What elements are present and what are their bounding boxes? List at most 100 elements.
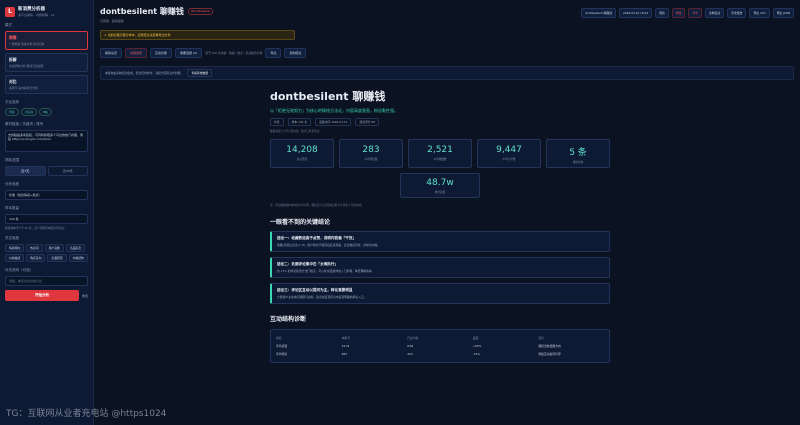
table-row: 平均点赞 14.2k 8.6k +65% 保持当前选题方向 (276, 342, 604, 350)
mode-compare[interactable]: 对比 多账号·多内容对比分析 (5, 75, 88, 94)
stat-card: 2,521 平均收藏数 (408, 139, 472, 168)
app-title: 新消费分析器 (18, 7, 45, 12)
focus-chips: 情感倾向 热点词 用户画像 竞品提及 价格敏感 购买意向 负面原因 内容结构 (5, 244, 88, 262)
stat-card: 5 条 爆款内容 (546, 139, 610, 168)
platform-pill[interactable]: B站 (39, 108, 52, 116)
platform-pill[interactable]: 小红书 (20, 108, 38, 116)
count-section-label: 样本数量 (5, 206, 19, 210)
range-option[interactable]: 近30天 (47, 166, 88, 176)
focus-chip[interactable]: 热点词 (26, 244, 43, 252)
app-logo: L (5, 6, 15, 17)
finding-body: 约 12% 的评论提到方法门槛高，可以补充更具体的入门步骤，降低理解成本。 (277, 269, 375, 273)
stat-label: 爆款内容 (572, 161, 584, 164)
table-header: 差距 (472, 336, 479, 340)
mode-breakdown[interactable]: 拆解 文案结构分析·爆款元素提取 (5, 53, 88, 72)
finding-card: 结论一：收藏数远高于点赞，说明内容偏「干货」 收藏/点赞比高达 0.18，用户倾… (270, 231, 610, 252)
meta-tag: 采集时间 2026-03-10 (315, 118, 352, 126)
focus-chip[interactable]: 负面原因 (47, 254, 67, 262)
export-button[interactable]: 导出 (671, 8, 686, 18)
account-select[interactable]: dontbesilent 聊赚钱 (581, 8, 617, 18)
sidebar: L 新消费分析器 多平台舆情 · 内容拆解 · v2 模式 舆情 一键抓取·情感… (0, 0, 94, 425)
table-header: 行业均值 (407, 336, 419, 340)
stat-value: 5 条 (569, 148, 587, 158)
focus-chip[interactable]: 内容结构 (68, 254, 88, 262)
depth-section-label: 分析深度 (5, 182, 19, 186)
report-toolbar: 舆情总览 关键发现 互动诊断 重要话题 (5) 基于 100 条内容 · 情感 … (100, 48, 794, 58)
depth-select[interactable]: 标准（综合情感+热点） (5, 190, 88, 200)
stat-label: 平均收藏数 (433, 158, 447, 161)
platform-pill[interactable]: 抖音 (5, 108, 19, 116)
report-meta: 抖音 样本 100 条 采集时间 2026-03-10 综合评分 86 (270, 118, 610, 126)
watermark: TG：互联网从业者充电站 @https1024 (6, 409, 167, 419)
page-subtitle: 已抓取 · 舆情报告 (100, 19, 124, 23)
tab-overview[interactable]: 舆情总览 (100, 48, 123, 58)
tab-engagement[interactable]: 互动诊断 (150, 48, 173, 58)
table-header: 指标 (276, 336, 282, 340)
toolbar-hint: 基于 100 条内容 · 情感 / 热点 / 互动综合分析 (205, 51, 263, 55)
focus-chip[interactable]: 用户画像 (44, 244, 64, 252)
stat-value: 2,521 (427, 145, 453, 155)
brand: L 新消费分析器 多平台舆情 · 内容拆解 · v2 (5, 6, 88, 17)
focus-chip[interactable]: 价格敏感 (5, 254, 25, 262)
range-toggle: 近7天 近30天 (5, 166, 88, 176)
followers-label: 粉丝总量 (434, 191, 446, 194)
table-heading: 互动结构诊断 (270, 316, 307, 323)
table-header: 本账号 (341, 336, 350, 340)
date-select[interactable]: 2026-03-10 16:22 (619, 8, 653, 18)
table-cell: 平均点赞 (276, 344, 288, 348)
copy-conclusion-button[interactable]: 复制结论 (284, 48, 307, 58)
stat-value: 283 (362, 145, 380, 155)
engagement-table: 指标 本账号 行业均值 差距 建议 平均点赞 14.2k 8.6k +65% 保… (270, 329, 610, 363)
table-cell: -31% (472, 352, 481, 356)
findings-heading: 一眼看不到的关键结论 (270, 219, 331, 226)
report-source-note: 数据来源于公开可见内容，统计口径见附录。 (270, 130, 322, 133)
sample-alert: ⚠ 当前仅展示部分样本，完整结论请查看导出文件 (100, 30, 295, 40)
count-select[interactable]: 100 条 (5, 214, 88, 224)
tab-export[interactable]: 导出 (265, 48, 282, 58)
followers-value: 48.7w (426, 178, 454, 188)
meta-tag: 综合评分 86 (355, 118, 380, 126)
stat-card: 14,208 总点赞量 (270, 139, 334, 168)
meta-tag: 抖音 (270, 118, 284, 126)
start-analysis-button[interactable]: 开始分析 (5, 290, 79, 301)
refresh-button[interactable]: 刷新 (655, 8, 669, 18)
table-cell: 平均评论 (276, 352, 288, 356)
focus-chip[interactable]: 情感倾向 (5, 244, 25, 252)
table-header-row: 指标 本账号 行业均值 差距 建议 (276, 334, 604, 342)
mode-sentiment[interactable]: 舆情 一键抓取·情感分析·热点归纳 (5, 31, 88, 50)
focus-chip[interactable]: 购买意向 (26, 254, 46, 262)
table-cell: 410 (407, 352, 413, 356)
finding-body: 大量用户主动询问课程与资料，建议在置顶评论中设置明确的承接入口。 (277, 295, 367, 299)
finding-card: 结论二：负面评论集中在「太难执行」 约 12% 的评论提到方法门槛高，可以补充更… (270, 257, 610, 278)
stat-value: 14,208 (286, 145, 318, 155)
range-option[interactable]: 近7天 (5, 166, 46, 176)
tab-findings[interactable]: 关键发现 (125, 48, 148, 58)
tab-topics[interactable]: 重要话题 (5) (175, 48, 203, 58)
export-json-button[interactable]: 导出 JSON (772, 8, 794, 18)
table-cell: 增加互动提问引导 (538, 352, 561, 356)
extra-section-label: 补充说明（可选） (5, 268, 33, 272)
platform-list: 抖音 小红书 B站 (5, 108, 88, 116)
meta-tag: 样本 100 条 (287, 118, 312, 126)
share-button[interactable]: 分享 (688, 8, 703, 18)
report-lead: 以「拒绝无效努力」为核心的搞钱方法论，内容高度垂直，粉丝黏性强。 (270, 108, 398, 113)
copy-link-button[interactable]: 复制链接 (705, 8, 725, 18)
focus-chip[interactable]: 竞品提及 (65, 244, 86, 252)
stat-card: 9,447 平均分享数 (477, 139, 541, 168)
export-csv-button[interactable]: 导出 CSV (749, 8, 770, 18)
stats-row: 14,208 总点赞量 283 平均评论数 2,521 平均收藏数 9,447 … (270, 139, 610, 168)
view-raw-button[interactable]: 查看原始数据 (187, 69, 213, 77)
account-tag: @dontbesilent (187, 8, 213, 15)
finding-body: 收藏/点赞比高达 0.18，用户倾向于保存后反复观看，适合做系列化、清单式内容。 (277, 243, 381, 247)
page-title: dontbesilent 聊赚钱 (100, 7, 184, 16)
finding-title: 结论二：负面评论集中在「太难执行」 (277, 262, 339, 266)
reset-button[interactable]: 重置 (82, 294, 88, 298)
table-header: 建议 (538, 336, 544, 340)
stats-footnote: 注：互动数据按样本内容平均计算，爆款定义为点赞超过账号平均值 3 倍的内容。 (270, 204, 365, 207)
extra-input[interactable]: 例如：重点关注价格讨论 (5, 276, 88, 286)
table-cell: 保持当前选题方向 (538, 344, 561, 348)
table-cell: +65% (472, 344, 482, 348)
history-button[interactable]: 历史报告 (727, 8, 747, 18)
table-cell: 14.2k (341, 344, 350, 348)
source-input[interactable]: 支持粘贴多条链接，可同时抓取多个平台的热门内容，例如 https://v.dou… (5, 130, 88, 152)
